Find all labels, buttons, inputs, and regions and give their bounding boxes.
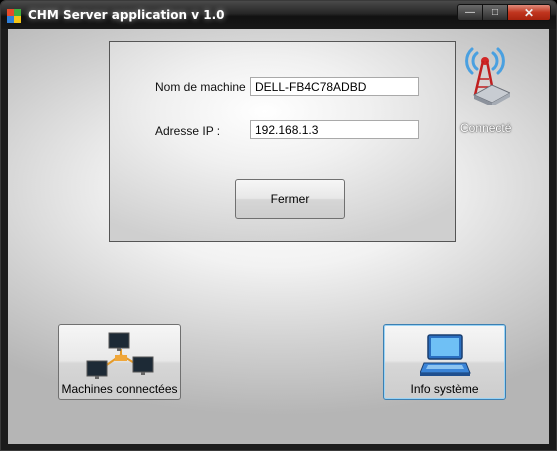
networked-computers-icon: [86, 332, 154, 379]
minimize-icon: —: [465, 7, 475, 18]
minimize-button[interactable]: —: [457, 4, 483, 21]
client-area: Nom de machine : DELL-FB4C78ADBD Adresse…: [8, 29, 549, 444]
connected-machines-label: Machines connectées: [61, 382, 178, 396]
connected-machines-button[interactable]: Machines connectées: [58, 324, 181, 400]
maximize-icon: □: [491, 7, 499, 18]
system-info-label: Info système: [410, 382, 479, 396]
machine-name-label: Nom de machine :: [155, 80, 253, 94]
ip-address-field[interactable]: 192.168.1.3: [250, 120, 419, 139]
app-window: CHM Server application v 1.0 — □ ✕ Nom d…: [0, 0, 557, 451]
app-icon[interactable]: [7, 9, 21, 23]
close-icon: ✕: [523, 5, 535, 20]
wireless-router-icon: [465, 47, 510, 105]
close-info-button-label: Fermer: [270, 192, 310, 206]
close-button[interactable]: ✕: [507, 4, 551, 21]
window-title: CHM Server application v 1.0: [28, 8, 225, 22]
machine-info-panel: Nom de machine : DELL-FB4C78ADBD Adresse…: [109, 41, 456, 242]
system-info-button[interactable]: Info système: [383, 324, 506, 400]
ip-address-label: Adresse IP :: [155, 124, 221, 138]
laptop-icon: [420, 334, 471, 376]
machine-name-field[interactable]: DELL-FB4C78ADBD: [250, 77, 419, 96]
close-info-button[interactable]: Fermer: [235, 179, 345, 219]
connection-status-label: Connecté: [460, 121, 512, 135]
title-bar[interactable]: CHM Server application v 1.0 — □ ✕: [1, 1, 556, 29]
maximize-button[interactable]: □: [482, 4, 508, 21]
